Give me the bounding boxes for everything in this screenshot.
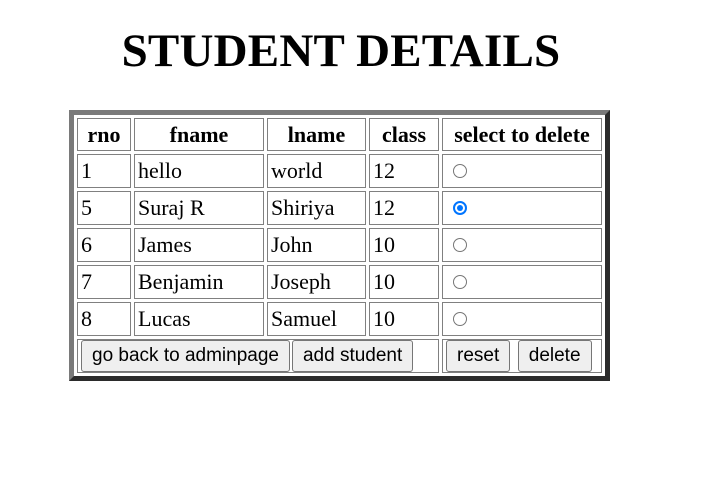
cell-select [442, 265, 602, 299]
delete-radio[interactable] [453, 163, 467, 178]
cell-rno: 8 [77, 302, 131, 336]
cell-lname: Shiriya [267, 191, 366, 225]
cell-fname: Benjamin [134, 265, 264, 299]
table-row: 8 Lucas Samuel 10 [77, 302, 602, 336]
cell-lname: Samuel [267, 302, 366, 336]
cell-fname: Suraj R [134, 191, 264, 225]
nav-actions-cell: go back to adminpage add student [77, 339, 439, 373]
actions-row: go back to adminpage add student reset de… [77, 339, 602, 373]
delete-radio[interactable] [453, 237, 467, 252]
delete-radio[interactable] [453, 311, 467, 326]
table-row: 7 Benjamin Joseph 10 [77, 265, 602, 299]
students-table-wrapper: rno fname lname class select to delete 1… [69, 110, 610, 381]
cell-class: 10 [369, 228, 439, 262]
cell-select [442, 228, 602, 262]
table-header-row: rno fname lname class select to delete [77, 118, 602, 151]
table-row: 5 Suraj R Shiriya 12 [77, 191, 602, 225]
cell-select [442, 154, 602, 188]
header-select-to-delete: select to delete [442, 118, 602, 151]
cell-class: 10 [369, 265, 439, 299]
cell-select [442, 302, 602, 336]
delete-radio[interactable] [453, 274, 467, 289]
cell-fname: James [134, 228, 264, 262]
cell-class: 12 [369, 191, 439, 225]
cell-class: 10 [369, 302, 439, 336]
cell-lname: Joseph [267, 265, 366, 299]
delete-button[interactable]: delete [517, 340, 592, 372]
reset-button[interactable]: reset [446, 340, 511, 372]
cell-rno: 1 [77, 154, 131, 188]
cell-lname: world [267, 154, 366, 188]
table-row: 6 James John 10 [77, 228, 602, 262]
header-lname: lname [267, 118, 366, 151]
form-actions-cell: reset delete [442, 339, 602, 373]
cell-rno: 6 [77, 228, 131, 262]
cell-select [442, 191, 602, 225]
delete-radio[interactable] [453, 200, 467, 215]
back-to-adminpage-button[interactable]: go back to adminpage [81, 340, 290, 372]
cell-fname: Lucas [134, 302, 264, 336]
cell-rno: 7 [77, 265, 131, 299]
page: STUDENT DETAILS rno fname lname class se… [0, 0, 706, 478]
header-rno: rno [77, 118, 131, 151]
header-fname: fname [134, 118, 264, 151]
page-title: STUDENT DETAILS [121, 25, 561, 77]
table-row: 1 hello world 12 [77, 154, 602, 188]
header-class: class [369, 118, 439, 151]
add-student-button[interactable]: add student [291, 340, 414, 372]
students-table: rno fname lname class select to delete 1… [69, 110, 610, 381]
cell-rno: 5 [77, 191, 131, 225]
cell-fname: hello [134, 154, 264, 188]
cell-lname: John [267, 228, 366, 262]
cell-class: 12 [369, 154, 439, 188]
